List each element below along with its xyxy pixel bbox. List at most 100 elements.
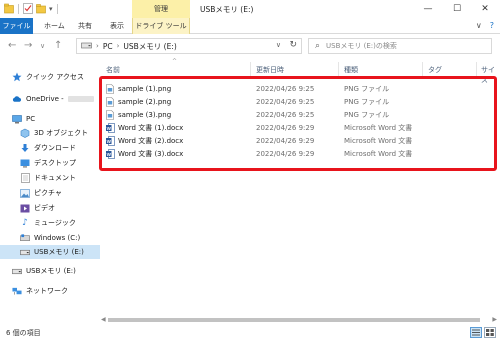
nav-music[interactable]: ♪ ミュージック (20, 216, 76, 230)
nav-desktop[interactable]: デスクトップ (20, 156, 76, 170)
usb-drive-icon (12, 266, 22, 276)
horizontal-scrollbar[interactable]: ◀ ▶ (100, 316, 498, 324)
nav-label: 3D オブジェクト (34, 129, 89, 137)
maximize-button[interactable]: ☐ (443, 0, 471, 18)
column-divider[interactable] (338, 62, 339, 76)
nav-documents[interactable]: ドキュメント (20, 171, 76, 185)
navigation-bar: ← → ∨ ↑ › PC › USBメモリ (E:) ∨ ↻ ⌕ USBメモリ … (0, 34, 500, 58)
nav-label: ネットワーク (26, 287, 68, 295)
item-count: 6 個の項目 (6, 329, 41, 337)
nav-label: ダウンロード (34, 144, 76, 152)
title-bar: ▾ 管理 USBメモリ (E:) — ☐ ✕ (0, 0, 500, 18)
redacted-account-name (67, 96, 94, 102)
minimize-button[interactable]: — (414, 0, 442, 18)
nav-label: ミュージック (34, 219, 76, 227)
highlight-box (99, 76, 497, 171)
forward-arrow-icon[interactable]: → (24, 39, 32, 53)
recent-locations-icon[interactable]: ∨ (40, 39, 45, 53)
system-drive-icon (20, 233, 30, 243)
download-arrow-icon (20, 143, 30, 153)
video-icon (20, 203, 30, 213)
breadcrumb-pc[interactable]: PC (103, 42, 113, 51)
quick-access-toolbar: ▾ (4, 3, 59, 14)
nav-label: OneDrive - (26, 95, 64, 103)
nav-label: USBメモリ (E:) (26, 267, 76, 275)
large-icons-view-icon[interactable] (484, 327, 496, 338)
breadcrumb-separator: › (96, 42, 99, 50)
close-button[interactable]: ✕ (471, 0, 499, 18)
column-header-modified[interactable]: 更新日時 (256, 65, 284, 75)
nav-pictures[interactable]: ピクチャ (20, 186, 62, 200)
qat-separator (18, 3, 19, 14)
scroll-left-icon[interactable]: ◀ (101, 316, 106, 324)
nav-quick-access[interactable]: クイック アクセス (12, 70, 84, 84)
column-header-tags[interactable]: タグ (428, 65, 442, 75)
nav-downloads[interactable]: ダウンロード (20, 141, 76, 155)
new-folder-icon[interactable] (36, 3, 46, 14)
expand-ribbon-icon[interactable]: ∨ (476, 21, 482, 30)
search-box[interactable]: ⌕ USBメモリ (E:)の検索 (308, 38, 492, 54)
nav-label: ドキュメント (34, 174, 76, 182)
star-icon (12, 72, 22, 82)
qat-dropdown-icon[interactable]: ▾ (49, 5, 53, 13)
address-bar[interactable]: › PC › USBメモリ (E:) ∨ ↻ (76, 38, 302, 54)
window-title: USBメモリ (E:) (200, 5, 254, 14)
nav-label: PC (26, 115, 36, 123)
tab-drive-tools[interactable]: ドライブ ツール (132, 18, 190, 34)
nav-label: クイック アクセス (26, 73, 84, 81)
ribbon-controls: ∨ ? (476, 21, 494, 30)
nav-label: Windows (C:) (34, 234, 81, 242)
search-placeholder: USBメモリ (E:)の検索 (326, 42, 397, 50)
tab-view[interactable]: 表示 (104, 18, 130, 34)
desktop-icon (20, 158, 30, 168)
tab-file[interactable]: ファイル (0, 18, 33, 34)
column-divider[interactable] (250, 62, 251, 76)
picture-icon (20, 188, 30, 198)
column-header-type[interactable]: 種類 (344, 65, 358, 75)
cube-icon (20, 128, 30, 138)
back-arrow-icon[interactable]: ← (8, 39, 16, 53)
nav-label: USBメモリ (E:) (34, 248, 84, 256)
network-icon (12, 286, 22, 296)
view-toggles (470, 327, 496, 338)
scroll-right-icon[interactable]: ▶ (492, 316, 497, 324)
sort-indicator-icon: ^ (172, 58, 178, 65)
breadcrumb-usb[interactable]: USBメモリ (E:) (123, 41, 176, 52)
nav-videos[interactable]: ビデオ (20, 201, 55, 215)
up-arrow-icon[interactable]: ↑ (54, 39, 62, 53)
usb-drive-icon (20, 247, 30, 257)
nav-usb-e-selected[interactable]: USBメモリ (E:) (0, 245, 100, 259)
tab-home[interactable]: ホーム (38, 18, 71, 34)
nav-usb-e[interactable]: USBメモリ (E:) (12, 264, 76, 278)
explorer-folder-icon (4, 3, 14, 14)
nav-label: ピクチャ (34, 189, 62, 197)
nav-onedrive[interactable]: OneDrive - (12, 92, 94, 106)
nav-windows-c[interactable]: Windows (C:) (20, 231, 80, 245)
qat-separator (56, 3, 58, 14)
nav-pc[interactable]: PC (12, 112, 35, 126)
refresh-icon[interactable]: ↻ (289, 40, 297, 50)
ribbon-tabs: ファイル ホーム 共有 表示 ドライブ ツール ∨ ? (0, 18, 500, 34)
search-icon: ⌕ (315, 41, 321, 51)
document-icon (20, 173, 30, 183)
column-divider[interactable] (476, 62, 477, 76)
column-divider[interactable] (422, 62, 423, 76)
nav-label: ビデオ (34, 204, 55, 212)
breadcrumb-separator: › (116, 42, 120, 50)
address-dropdown-icon[interactable]: ∨ (276, 41, 281, 49)
tab-share[interactable]: 共有 (72, 18, 98, 34)
computer-icon (12, 114, 22, 124)
scrollbar-thumb[interactable] (108, 318, 480, 322)
drive-icon (81, 42, 92, 51)
status-bar: 6 個の項目 (0, 326, 500, 340)
details-view-icon[interactable] (470, 327, 482, 338)
nav-3d-objects[interactable]: 3D オブジェクト (20, 126, 88, 140)
help-icon[interactable]: ? (490, 21, 494, 30)
nav-network[interactable]: ネットワーク (12, 284, 68, 298)
cloud-icon (12, 94, 22, 104)
manage-tab-label[interactable]: 管理 (132, 4, 190, 14)
nav-label: デスクトップ (34, 159, 76, 167)
navigation-pane: クイック アクセス OneDrive - PC 3D オブジェクト ダウンロード… (0, 62, 100, 324)
properties-check-icon[interactable] (23, 3, 33, 14)
column-header-name[interactable]: 名前 (106, 65, 120, 75)
